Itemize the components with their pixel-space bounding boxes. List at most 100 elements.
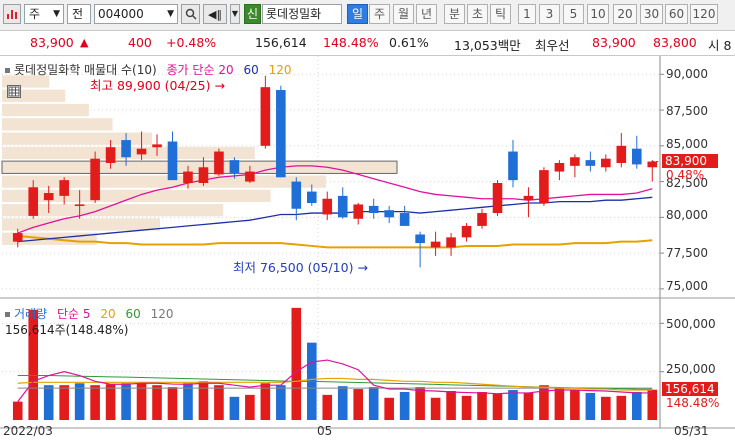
grid-icon xyxy=(8,86,20,97)
candle-body xyxy=(90,158,100,201)
volume-bar xyxy=(461,395,472,420)
current-pct-tag: 0.48% xyxy=(666,168,705,182)
volume-bar xyxy=(430,397,441,420)
candle-body xyxy=(399,213,410,226)
stock-name: 롯데정밀화 xyxy=(266,7,322,21)
chart-icon xyxy=(7,10,17,19)
volume-bar xyxy=(59,385,69,420)
candle-body xyxy=(322,198,333,215)
high-price-annotation: 최고 89,900 (04/25) → xyxy=(90,75,225,94)
period-tab[interactable]: 초 xyxy=(467,4,488,24)
legend-marker-icon xyxy=(5,68,10,73)
volume-bar xyxy=(601,396,611,420)
volume-profile-bar xyxy=(2,118,113,131)
volume-bar xyxy=(121,383,131,420)
price-change: 400 xyxy=(128,35,152,50)
period-tab[interactable]: 주 xyxy=(369,4,390,24)
volume-bar xyxy=(616,395,627,420)
interval-button[interactable]: 5 xyxy=(563,4,584,24)
current-volume-tag: 156,614 xyxy=(662,382,718,396)
sound-button[interactable]: ◀‖ xyxy=(203,4,227,24)
grid-toggle-button[interactable] xyxy=(7,85,21,98)
candle-body xyxy=(28,187,39,216)
prefix-select[interactable]: 전 xyxy=(67,4,91,24)
legend-marker-icon xyxy=(5,312,10,317)
volume-bar xyxy=(508,390,518,420)
volume-bar xyxy=(446,391,456,420)
candle-body xyxy=(337,195,348,218)
volume-value: 156,614 xyxy=(255,35,307,50)
x-axis-label: 2022/03 xyxy=(3,424,53,438)
candle-body xyxy=(245,171,255,182)
volume-bar xyxy=(276,385,286,420)
market-type-label: 주 xyxy=(29,7,41,21)
volume-profile-bar xyxy=(2,218,160,231)
chart-type-select[interactable] xyxy=(3,4,21,24)
candle-body xyxy=(291,181,302,209)
interval-button[interactable]: 60 xyxy=(665,4,688,24)
best-bid-price: 83,800 xyxy=(653,35,697,50)
period-tab[interactable]: 일 xyxy=(347,4,368,24)
volume-bar xyxy=(214,385,224,420)
interval-button[interactable]: 10 xyxy=(587,4,609,24)
volume-bar xyxy=(399,391,410,420)
volume-bar xyxy=(322,394,333,420)
candle-body xyxy=(446,237,456,248)
search-icon xyxy=(185,8,197,20)
dropdown-arrow-icon: ▼ xyxy=(231,9,239,18)
more-dropdown[interactable]: ▼ xyxy=(230,4,240,24)
candle-body xyxy=(508,151,518,181)
volume-bar xyxy=(260,383,271,420)
arrow-right-icon: → xyxy=(214,78,225,93)
candle-body xyxy=(368,205,379,214)
current-volume-pct: 148.48% xyxy=(666,396,720,410)
interval-button[interactable]: 30 xyxy=(640,4,663,24)
volume-bar xyxy=(152,385,162,420)
current-price-tag: 83,900 xyxy=(662,154,718,168)
stock-name-field: 롯데정밀화 xyxy=(262,4,342,24)
candle-body xyxy=(183,171,193,184)
interval-button[interactable]: 120 xyxy=(690,4,718,24)
dropdown-arrow-icon: ▼ xyxy=(53,9,60,19)
candle-body xyxy=(554,162,565,172)
search-button[interactable] xyxy=(181,4,200,24)
quote-bar: 83,900 ▲ 400 +0.48% 156,614 148.48% 0.61… xyxy=(0,31,735,56)
stock-chart[interactable] xyxy=(0,56,735,443)
volume-bar xyxy=(570,390,580,420)
candle-body xyxy=(260,87,271,146)
period-tab[interactable]: 틱 xyxy=(490,4,511,24)
interval-button[interactable]: 3 xyxy=(539,4,560,24)
volume-bar xyxy=(245,394,255,420)
volume-tick: 250,000 xyxy=(666,362,716,376)
volume-bar xyxy=(291,307,302,420)
candle-body xyxy=(384,210,394,218)
market-type-select[interactable]: 주 ▼ xyxy=(24,4,64,24)
candle-body xyxy=(616,145,627,163)
volume-legend-ma5: 5 xyxy=(82,307,91,321)
best-ask-price: 83,900 xyxy=(592,35,636,50)
period-tab[interactable]: 년 xyxy=(416,4,437,24)
candle-body xyxy=(523,195,534,201)
legend-ma60: 60 xyxy=(243,63,259,77)
volume-bar xyxy=(585,392,596,420)
interval-button[interactable]: 1 xyxy=(518,4,536,24)
volume-bar xyxy=(368,387,379,420)
volume-legend-ma60: 60 xyxy=(125,307,141,321)
x-axis-label: 05 xyxy=(317,424,333,438)
volume-bar xyxy=(554,388,565,420)
candle-body xyxy=(477,213,487,226)
candle-body xyxy=(353,204,364,219)
legend-ma120: 120 xyxy=(268,63,292,77)
period-tab[interactable]: 월 xyxy=(393,4,414,24)
turnover-rate: 0.61% xyxy=(389,35,429,50)
period-tab[interactable]: 분 xyxy=(444,4,465,24)
candle-body xyxy=(570,157,580,166)
candle-body xyxy=(276,90,286,178)
volume-bar xyxy=(198,381,209,420)
volume-bar xyxy=(74,383,85,420)
volume-bar xyxy=(229,396,240,420)
stock-code-input[interactable]: 004000 ▼ xyxy=(94,4,178,24)
volume-bar xyxy=(415,387,425,420)
interval-button[interactable]: 20 xyxy=(613,4,637,24)
price-tick: 85,000 xyxy=(666,137,708,151)
